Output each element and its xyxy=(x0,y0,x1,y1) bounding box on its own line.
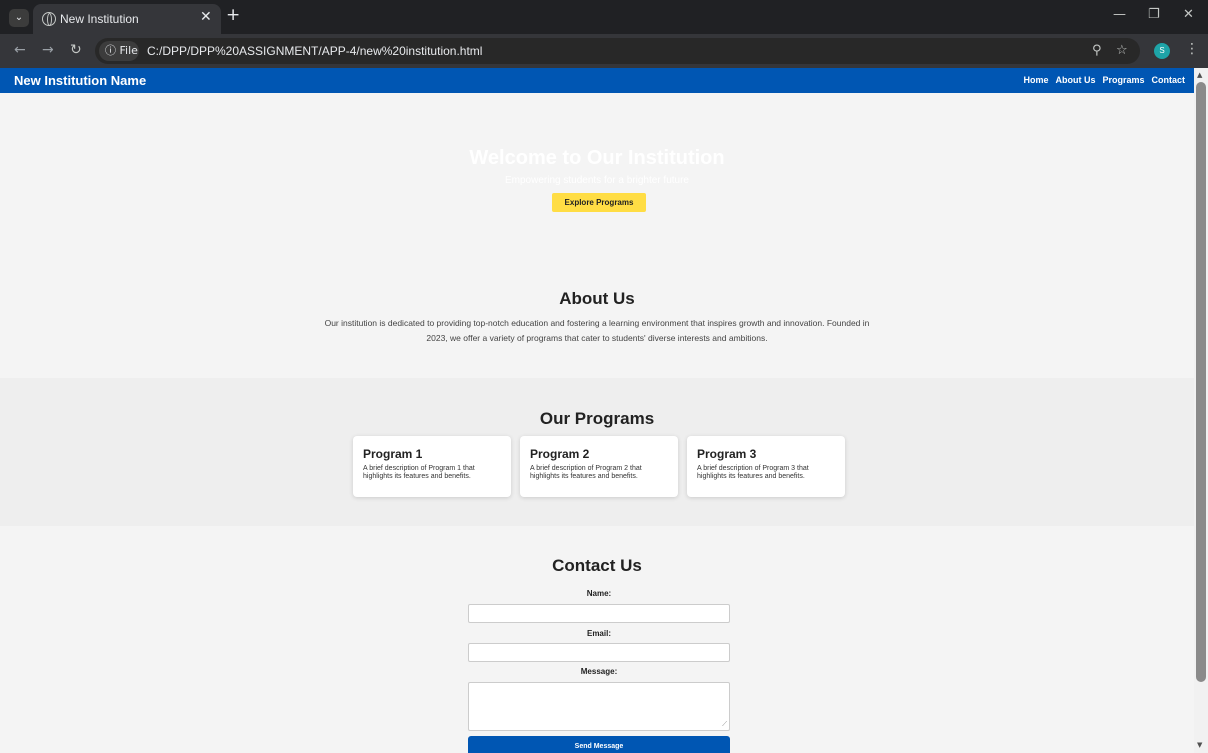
program-title: Program 1 xyxy=(363,447,423,461)
message-label: Message: xyxy=(580,667,618,676)
browser-tab[interactable]: New Institution ✕ xyxy=(33,4,221,34)
message-textarea[interactable]: ⟋ xyxy=(468,682,730,731)
program-card: Program 2 A brief description of Program… xyxy=(520,436,678,497)
resize-grip-icon[interactable]: ⟋ xyxy=(722,720,727,729)
restore-icon[interactable]: ❐ xyxy=(1148,7,1160,22)
globe-icon xyxy=(42,12,56,26)
name-input[interactable] xyxy=(468,604,730,623)
nav-home-link[interactable]: Home xyxy=(1023,75,1048,85)
minimize-icon[interactable]: — xyxy=(1113,7,1126,22)
hero-section: Welcome to Our Institution Empowering st… xyxy=(0,93,1194,253)
site-info-chip[interactable]: ⓘ File xyxy=(99,41,139,61)
browser-tab-bar: ⌄ New Institution ✕ + — ❐ ✕ xyxy=(0,0,1208,34)
nav-contact-link[interactable]: Contact xyxy=(1152,75,1186,85)
site-name: New Institution Name xyxy=(14,73,147,88)
reload-icon[interactable]: ↻ xyxy=(70,42,82,58)
scroll-up-icon[interactable]: ▲ xyxy=(1197,71,1202,79)
program-card: Program 3 A brief description of Program… xyxy=(687,436,845,497)
hero-subtitle: Empowering students for a brighter futur… xyxy=(505,175,689,186)
close-icon[interactable]: ✕ xyxy=(200,9,212,25)
contact-section: Contact Us Name: Email: Message: ⟋ Send … xyxy=(0,526,1194,753)
forward-icon[interactable]: → xyxy=(42,42,54,58)
hero-title: Welcome to Our Institution xyxy=(469,147,725,169)
nav-about-link[interactable]: About Us xyxy=(1055,75,1095,85)
zoom-icon[interactable]: ⚲ xyxy=(1092,43,1102,58)
email-label: Email: xyxy=(586,629,611,638)
profile-avatar[interactable]: S xyxy=(1154,43,1170,59)
address-bar[interactable]: ⓘ File C:/DPP/DPP%20ASSIGNMENT/APP-4/new… xyxy=(95,38,1140,64)
window-close-icon[interactable]: ✕ xyxy=(1183,7,1194,22)
tab-search-icon[interactable]: ⌄ xyxy=(9,9,29,27)
program-title: Program 3 xyxy=(697,447,757,461)
plus-icon[interactable]: + xyxy=(226,5,240,25)
name-label: Name: xyxy=(586,589,612,598)
contact-heading: Contact Us xyxy=(552,556,642,575)
page-scrollbar[interactable]: ▲ ▼ xyxy=(1194,68,1208,753)
program-description: A brief description of Program 3 that hi… xyxy=(697,465,809,480)
site-header: New Institution Name Home About Us Progr… xyxy=(0,68,1194,93)
more-icon[interactable]: ⋮ xyxy=(1185,41,1199,57)
about-section: About Us Our institution is dedicated to… xyxy=(0,253,1194,378)
program-card: Program 1 A brief description of Program… xyxy=(353,436,511,497)
about-text: Our institution is dedicated to providin… xyxy=(324,318,870,343)
programs-section: Our Programs Program 1 A brief descripti… xyxy=(0,378,1194,526)
page-viewport: New Institution Name Home About Us Progr… xyxy=(0,68,1194,753)
tab-title: New Institution xyxy=(60,12,139,26)
program-description: A brief description of Program 1 that hi… xyxy=(363,465,475,480)
site-nav: Home About Us Programs Contact xyxy=(1023,75,1185,85)
star-icon[interactable]: ☆ xyxy=(1116,43,1128,58)
back-icon[interactable]: ← xyxy=(14,42,26,58)
send-message-button[interactable]: Send Message xyxy=(468,736,730,753)
scrollbar-thumb[interactable] xyxy=(1196,82,1206,682)
programs-heading: Our Programs xyxy=(539,409,655,428)
scroll-down-icon[interactable]: ▼ xyxy=(1197,741,1202,749)
program-title: Program 2 xyxy=(530,447,590,461)
nav-programs-link[interactable]: Programs xyxy=(1102,75,1144,85)
browser-toolbar: ← → ↻ ⓘ File C:/DPP/DPP%20ASSIGNMENT/APP… xyxy=(0,34,1208,68)
email-input[interactable] xyxy=(468,643,730,662)
about-heading: About Us xyxy=(559,289,635,308)
program-description: A brief description of Program 2 that hi… xyxy=(530,465,642,480)
explore-programs-button[interactable]: Explore Programs xyxy=(552,193,646,212)
url-text[interactable]: C:/DPP/DPP%20ASSIGNMENT/APP-4/new%20inst… xyxy=(147,44,482,58)
